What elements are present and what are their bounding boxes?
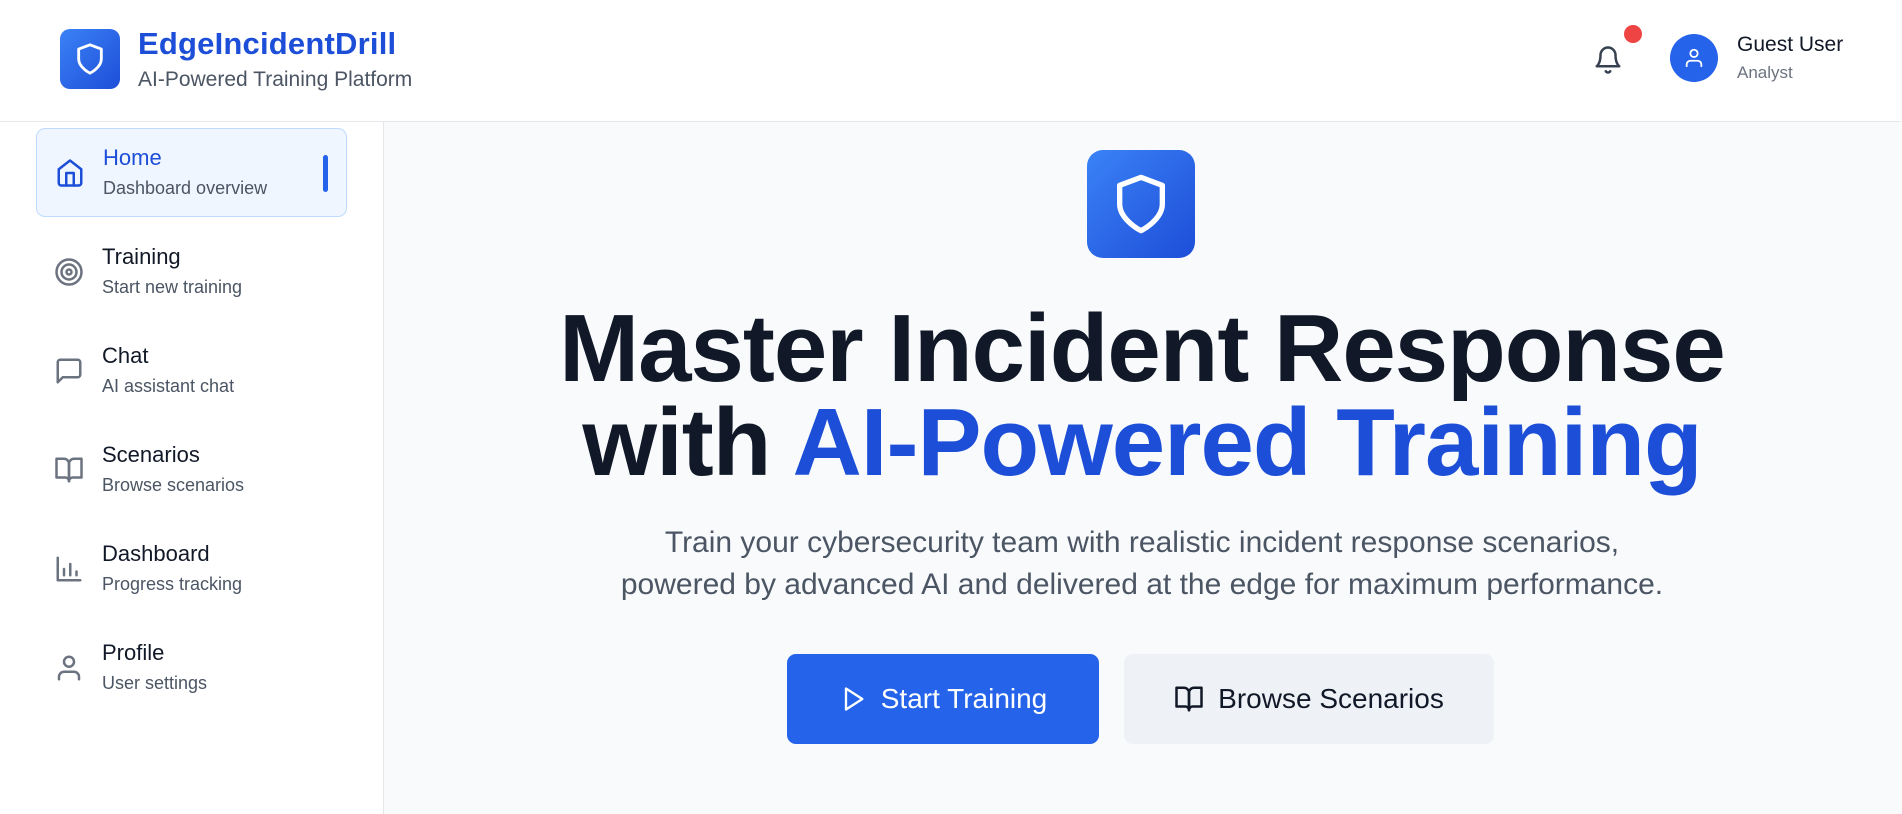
- sidebar-item-description: Browse scenarios: [102, 475, 245, 495]
- sidebar-item-chat[interactable]: Chat AI assistant chat: [36, 327, 347, 416]
- sidebar-item-description: Start new training: [102, 277, 243, 297]
- sidebar-item-description: Dashboard overview: [103, 178, 268, 198]
- sidebar-item-description: Progress tracking: [102, 574, 243, 594]
- sidebar-item-label: Chat: [102, 343, 149, 368]
- bell-icon: [1595, 46, 1621, 74]
- sidebar-item-training[interactable]: Training Start new training: [36, 228, 347, 317]
- sidebar-item-profile[interactable]: Profile User settings: [36, 624, 347, 713]
- book-icon: [1175, 686, 1203, 712]
- app-header: EdgeIncidentDrill AI-Powered Training Pl…: [0, 0, 1900, 122]
- shield-icon: [77, 43, 103, 75]
- sidebar-item-label: Scenarios: [102, 442, 200, 467]
- user-icon: [57, 655, 81, 681]
- user-icon: [1685, 48, 1703, 68]
- hero-logo: [1087, 150, 1195, 258]
- start-training-label: Start Training: [880, 683, 1048, 714]
- sidebar-item-description: AI assistant chat: [102, 376, 235, 396]
- avatar[interactable]: [1670, 34, 1718, 82]
- brand-title[interactable]: EdgeIncidentDrill: [138, 26, 396, 62]
- play-icon: [844, 687, 864, 711]
- hero-title: Master Incident Response with AI-Powered…: [384, 295, 1900, 491]
- hero-subtitle-line2: powered by advanced AI and delivered at …: [620, 568, 1664, 601]
- chat-icon: [56, 358, 82, 384]
- hero-title-accent: AI-Powered Training: [792, 389, 1702, 496]
- user-role: Analyst: [1737, 63, 1793, 82]
- user-name[interactable]: Guest User: [1737, 33, 1843, 57]
- browse-scenarios-button[interactable]: Browse Scenarios: [1124, 654, 1494, 744]
- book-icon: [55, 457, 83, 483]
- hero-subtitle: Train your cybersecurity team with reali…: [384, 522, 1900, 606]
- active-indicator: [323, 155, 328, 192]
- notifications-button[interactable]: [1590, 40, 1626, 80]
- target-icon: [55, 258, 83, 286]
- hero-title-prefix: with: [582, 389, 793, 496]
- home-icon: [57, 159, 83, 187]
- hero-subtitle-line1: Train your cybersecurity team with reali…: [664, 526, 1620, 559]
- sidebar: Home Dashboard overview Training Start n…: [0, 122, 384, 814]
- app-logo[interactable]: [60, 29, 120, 89]
- sidebar-item-label: Dashboard: [102, 541, 210, 566]
- bar-chart-icon: [56, 556, 82, 582]
- browse-scenarios-label: Browse Scenarios: [1218, 683, 1444, 714]
- hero-title-line1: Master Incident Response: [559, 295, 1726, 402]
- start-training-button[interactable]: Start Training: [787, 654, 1099, 744]
- sidebar-item-label: Profile: [102, 640, 165, 665]
- brand-subtitle: AI-Powered Training Platform: [138, 68, 413, 91]
- sidebar-item-home[interactable]: Home Dashboard overview: [36, 128, 347, 217]
- shield-icon: [1117, 174, 1165, 234]
- notification-badge: [1624, 25, 1642, 43]
- sidebar-item-scenarios[interactable]: Scenarios Browse scenarios: [36, 426, 347, 515]
- sidebar-item-description: User settings: [102, 673, 208, 693]
- sidebar-item-label: Home: [103, 145, 162, 170]
- hero-title-line2: with AI-Powered Training: [384, 395, 1900, 491]
- sidebar-item-label: Training: [102, 244, 181, 269]
- sidebar-item-dashboard[interactable]: Dashboard Progress tracking: [36, 525, 347, 614]
